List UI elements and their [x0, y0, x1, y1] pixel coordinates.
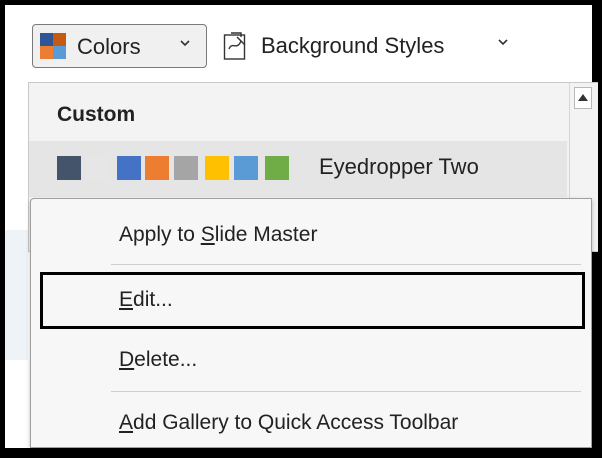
color-swatch	[85, 156, 109, 180]
color-swatch	[234, 156, 258, 180]
color-swatch	[174, 156, 198, 180]
menu-item-add-gallery-to-qat[interactable]: Add Gallery to Quick Access Toolbar	[31, 397, 591, 449]
color-swatch	[205, 156, 229, 180]
color-swatch	[265, 156, 289, 180]
color-swatch	[145, 156, 169, 180]
slide-pane-background	[5, 230, 28, 360]
chevron-down-icon	[498, 39, 508, 46]
menu-item-label: Add Gallery to Quick Access Toolbar	[119, 411, 459, 434]
colors-button[interactable]: Colors	[32, 24, 207, 68]
theme-color-name: Eyedropper Two	[319, 154, 479, 179]
background-styles-button[interactable]: Background Styles	[215, 24, 545, 68]
design-toolbar: Colors Background Styles	[5, 5, 592, 83]
background-styles-label: Background Styles	[261, 33, 445, 58]
colors-button-label: Colors	[77, 34, 141, 59]
menu-item-edit[interactable]: Edit...	[31, 274, 591, 326]
color-swatch	[57, 156, 81, 180]
color-palette-icon	[40, 33, 66, 59]
menu-separator	[111, 391, 581, 392]
scroll-up-arrow-icon[interactable]	[574, 87, 592, 109]
context-menu: Apply to Slide Master Edit... Delete... …	[30, 198, 592, 448]
section-header-custom: Custom	[57, 103, 136, 126]
menu-item-label: Apply to Slide Master	[119, 223, 318, 246]
theme-color-item-eyedropper-two[interactable]: Eyedropper Two	[29, 141, 567, 197]
menu-item-apply-to-slide-master[interactable]: Apply to Slide Master	[31, 209, 591, 261]
menu-separator	[111, 264, 581, 265]
chevron-down-icon	[180, 40, 190, 47]
color-swatch	[117, 156, 141, 180]
background-styles-icon	[223, 32, 246, 60]
menu-item-delete[interactable]: Delete...	[31, 334, 591, 386]
menu-item-label: Edit...	[119, 288, 173, 311]
menu-item-label: Delete...	[119, 348, 198, 371]
